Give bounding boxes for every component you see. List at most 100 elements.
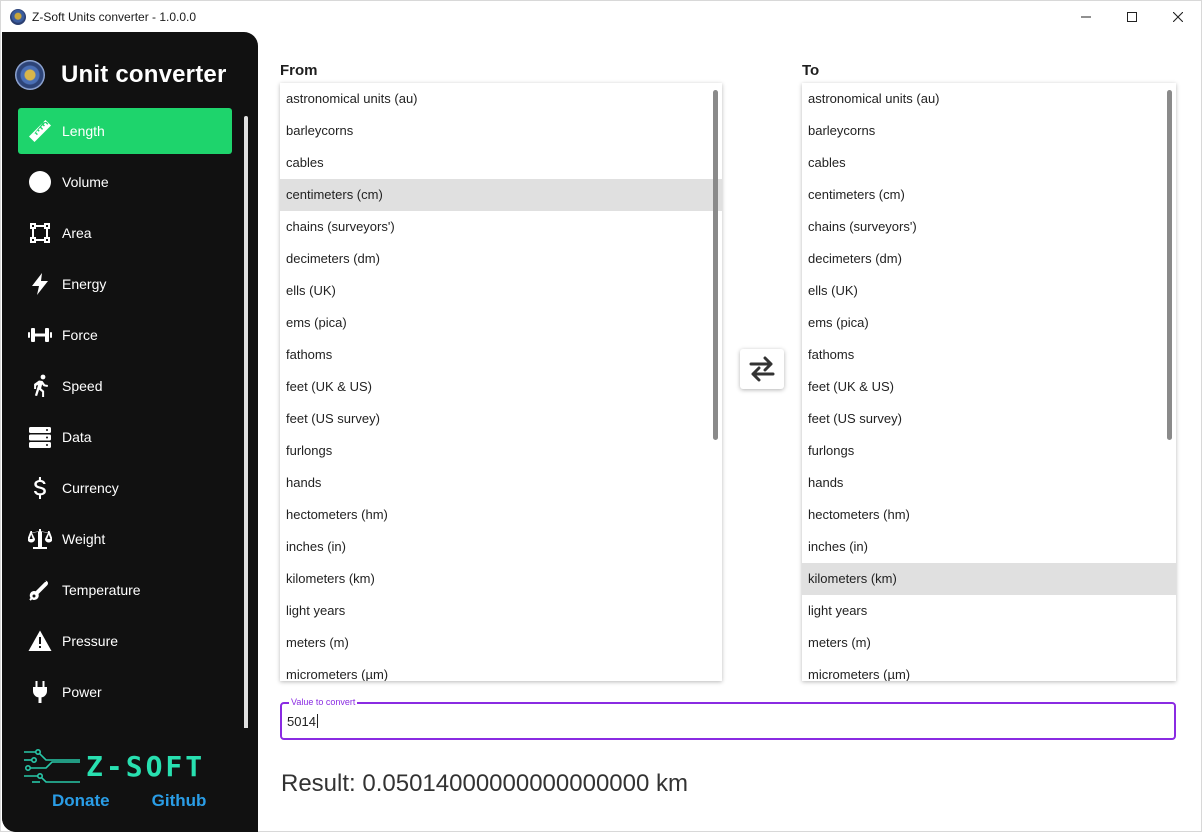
to-unit-item[interactable]: ells (UK): [802, 275, 1176, 307]
thermometer-icon: [28, 578, 52, 602]
to-unit-item[interactable]: kilometers (km): [802, 563, 1176, 595]
nav-item-pressure[interactable]: Pressure: [18, 618, 232, 664]
to-unit-item[interactable]: centimeters (cm): [802, 179, 1176, 211]
from-list-scrollbar[interactable]: [713, 90, 718, 440]
window-controls: [1063, 1, 1201, 32]
plug-icon: [28, 680, 52, 704]
from-unit-item[interactable]: centimeters (cm): [280, 179, 722, 211]
title-bar[interactable]: Z-Soft Units converter - 1.0.0.0: [1, 1, 1201, 32]
to-list-scrollbar[interactable]: [1167, 90, 1172, 440]
to-unit-item[interactable]: hectometers (hm): [802, 499, 1176, 531]
running-icon: [28, 374, 52, 398]
close-button[interactable]: [1155, 1, 1201, 32]
app-logo-icon: [15, 60, 45, 90]
from-unit-item[interactable]: ells (UK): [280, 275, 722, 307]
to-unit-item[interactable]: meters (m): [802, 627, 1176, 659]
to-unit-item[interactable]: hands: [802, 467, 1176, 499]
nav-label-force: Force: [62, 327, 98, 343]
scale-icon: [28, 527, 52, 551]
from-unit-item[interactable]: furlongs: [280, 435, 722, 467]
nav-item-weight[interactable]: Weight: [18, 516, 232, 562]
nav-item-energy[interactable]: Energy: [18, 261, 232, 307]
to-unit-item[interactable]: chains (surveyors'): [802, 211, 1176, 243]
from-unit-item[interactable]: ems (pica): [280, 307, 722, 339]
to-unit-list[interactable]: astronomical units (au) barleycorns cables…: [802, 83, 1176, 681]
footer-links: Donate Github: [52, 791, 248, 811]
from-unit-list[interactable]: astronomical units (au) barleycorns cables…: [280, 83, 722, 681]
sidebar-footer: Z-SOFT Donate Github: [2, 728, 258, 832]
ruler-icon: [28, 119, 52, 143]
zsoft-brand: Z-SOFT: [86, 749, 206, 783]
to-label: To: [802, 62, 820, 79]
dollar-icon: [28, 476, 52, 500]
swap-units-button[interactable]: [740, 349, 784, 389]
value-input-label: Value to convert: [289, 697, 358, 707]
app-window: Z-Soft Units converter - 1.0.0.0 Unit co…: [0, 0, 1202, 832]
nav-item-temperature[interactable]: Temperature: [18, 567, 232, 613]
github-link[interactable]: Github: [152, 791, 207, 811]
window-title: Z-Soft Units converter - 1.0.0.0: [32, 9, 197, 24]
minimize-button[interactable]: [1063, 1, 1109, 32]
sidebar-scrollbar[interactable]: [244, 116, 248, 730]
warning-icon: [28, 629, 52, 653]
to-unit-item[interactable]: light years: [802, 595, 1176, 627]
from-unit-item[interactable]: barleycorns: [280, 115, 722, 147]
from-unit-item[interactable]: hands: [280, 467, 722, 499]
close-icon: [1173, 11, 1183, 22]
nav-label-currency: Currency: [62, 480, 119, 496]
nav-label-volume: Volume: [62, 174, 109, 190]
to-unit-item[interactable]: decimeters (dm): [802, 243, 1176, 275]
dumbbell-icon: [28, 323, 52, 347]
to-unit-item[interactable]: feet (UK & US): [802, 371, 1176, 403]
nav-label-area: Area: [62, 225, 92, 241]
nav-label-data: Data: [62, 429, 92, 445]
from-unit-item[interactable]: hectometers (hm): [280, 499, 722, 531]
to-unit-item[interactable]: astronomical units (au): [802, 83, 1176, 115]
to-unit-item[interactable]: micrometers (µm): [802, 659, 1176, 681]
brand: Unit converter: [15, 60, 227, 90]
value-input[interactable]: 5014: [287, 714, 318, 729]
from-unit-item[interactable]: fathoms: [280, 339, 722, 371]
lightning-icon: [28, 272, 52, 296]
donate-link[interactable]: Donate: [52, 791, 110, 811]
maximize-icon: [1127, 11, 1137, 22]
from-unit-item[interactable]: chains (surveyors'): [280, 211, 722, 243]
nav-item-area[interactable]: Area: [18, 210, 232, 256]
to-unit-item[interactable]: fathoms: [802, 339, 1176, 371]
minimize-icon: [1081, 16, 1091, 17]
nav-item-power[interactable]: Power: [18, 669, 232, 715]
from-unit-item[interactable]: decimeters (dm): [280, 243, 722, 275]
from-unit-item[interactable]: meters (m): [280, 627, 722, 659]
from-unit-item[interactable]: astronomical units (au): [280, 83, 722, 115]
nav-item-data[interactable]: Data: [18, 414, 232, 460]
nav-item-force[interactable]: Force: [18, 312, 232, 358]
to-unit-item[interactable]: feet (US survey): [802, 403, 1176, 435]
to-unit-item[interactable]: cables: [802, 147, 1176, 179]
nav-label-length: Length: [62, 123, 105, 139]
from-unit-item[interactable]: micrometers (µm): [280, 659, 722, 681]
to-unit-item[interactable]: barleycorns: [802, 115, 1176, 147]
nav-item-volume[interactable]: Volume: [18, 159, 232, 205]
from-unit-item[interactable]: light years: [280, 595, 722, 627]
value-input-field[interactable]: Value to convert 5014: [280, 697, 1176, 740]
nav-label-energy: Energy: [62, 276, 107, 292]
from-unit-item[interactable]: feet (US survey): [280, 403, 722, 435]
from-label: From: [280, 62, 318, 79]
to-unit-item[interactable]: ems (pica): [802, 307, 1176, 339]
to-unit-item[interactable]: furlongs: [802, 435, 1176, 467]
to-unit-item[interactable]: inches (in): [802, 531, 1176, 563]
from-unit-item[interactable]: kilometers (km): [280, 563, 722, 595]
nav-label-temperature: Temperature: [62, 582, 141, 598]
nav-item-currency[interactable]: Currency: [18, 465, 232, 511]
app-icon: [10, 8, 26, 25]
swap-arrows-icon: [749, 356, 775, 382]
zsoft-logo: Z-SOFT: [22, 746, 205, 786]
circuit-icon: [24, 748, 80, 783]
from-unit-item[interactable]: inches (in): [280, 531, 722, 563]
nav-item-speed[interactable]: Speed: [18, 363, 232, 409]
from-unit-item[interactable]: feet (UK & US): [280, 371, 722, 403]
from-unit-item[interactable]: cables: [280, 147, 722, 179]
category-nav: Length Volume Area Energy Force Speed Da…: [18, 108, 232, 720]
maximize-button[interactable]: [1109, 1, 1155, 32]
nav-item-length[interactable]: Length: [18, 108, 232, 154]
